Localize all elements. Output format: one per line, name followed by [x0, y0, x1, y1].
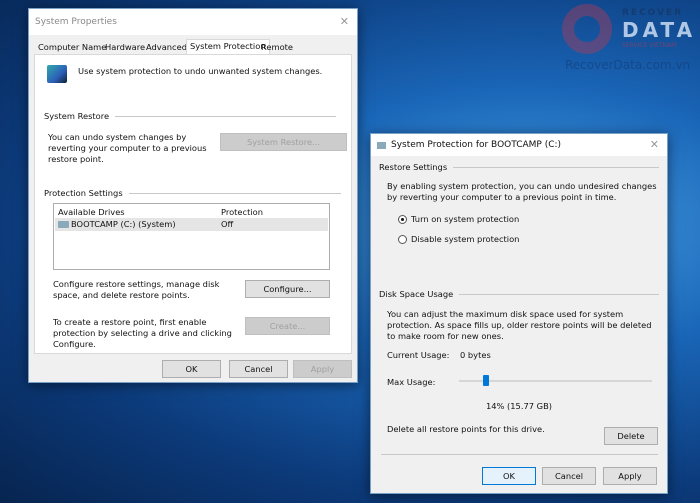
create-button[interactable]: Create... [245, 317, 330, 335]
configure-button[interactable]: Configure... [245, 280, 330, 298]
radio-off-label: Disable system protection [411, 234, 520, 244]
radio-off-indicator[interactable] [398, 235, 407, 244]
system-restore-text: You can undo system changes by reverting… [48, 132, 207, 164]
restore-settings-group: Restore Settings [379, 162, 659, 172]
radio-turn-on[interactable]: Turn on system protection [398, 214, 519, 224]
watermark-url: RecoverData.com.vn [565, 58, 691, 72]
restore-text: By enabling system protection, you can u… [387, 181, 657, 202]
watermark-brand-top: RECOVER [622, 8, 684, 18]
apply-button[interactable]: Apply [293, 360, 352, 378]
tab-computer-name[interactable]: Computer Name [35, 41, 109, 55]
watermark-brand-sub: SERVICE VIETNAM [622, 42, 677, 49]
column-protection[interactable]: Protection [221, 207, 263, 217]
title-bar: System Properties ✕ [29, 9, 357, 35]
ok-button[interactable]: OK [482, 467, 536, 485]
title-bar: System Protection for BOOTCAMP (C:) ✕ [371, 134, 667, 156]
separator [381, 454, 658, 455]
group-label: System Restore [44, 111, 110, 121]
create-text: To create a restore point, first enable … [53, 317, 232, 349]
radio-disable[interactable]: Disable system protection [398, 234, 519, 244]
max-usage-label: Max Usage: [387, 377, 436, 387]
disk-text: You can adjust the maximum disk space us… [387, 309, 652, 341]
drive-name: BOOTCAMP (C:) (System) [71, 219, 176, 229]
system-restore-group: System Restore [44, 111, 336, 121]
dialog-icon [377, 141, 386, 149]
group-label: Restore Settings [379, 162, 448, 172]
column-available-drives[interactable]: Available Drives [58, 207, 125, 217]
drives-list[interactable]: Available Drives Protection BOOTCAMP (C:… [53, 203, 330, 270]
radio-on-label: Turn on system protection [411, 214, 520, 224]
system-restore-button[interactable]: System Restore... [220, 133, 347, 151]
disk-space-group: Disk Space Usage [379, 289, 659, 299]
max-usage-value: 14% (15.77 GB) [485, 401, 553, 411]
group-label: Disk Space Usage [379, 289, 454, 299]
dialog-title: System Protection for BOOTCAMP (C:) [391, 140, 562, 150]
tab-remote[interactable]: Remote [258, 41, 296, 55]
slider-thumb[interactable] [483, 375, 490, 386]
current-usage-label: Current Usage: [387, 350, 450, 360]
tab-advanced[interactable]: Advanced [143, 41, 190, 55]
delete-text: Delete all restore points for this drive… [387, 424, 545, 434]
max-usage-slider[interactable] [459, 375, 652, 386]
close-icon[interactable]: ✕ [650, 138, 659, 151]
apply-button[interactable]: Apply [603, 467, 657, 485]
watermark-brand-main: DATA [622, 18, 697, 42]
tab-panel: Use system protection to undo unwanted s… [34, 54, 352, 354]
watermark-logo [562, 4, 612, 54]
system-properties-window: System Properties ✕ Computer Name Hardwar… [28, 8, 358, 383]
system-protection-dialog: System Protection for BOOTCAMP (C:) ✕ Res… [370, 133, 668, 494]
tab-hardware[interactable]: Hardware [102, 41, 148, 55]
drive-icon [58, 221, 69, 228]
group-label: Protection Settings [44, 188, 123, 198]
delete-button[interactable]: Delete [604, 427, 658, 445]
protection-settings-group: Protection Settings [44, 188, 341, 198]
intro-text: Use system protection to undo unwanted s… [78, 66, 323, 76]
configure-text: Configure restore settings, manage disk … [53, 279, 220, 300]
cancel-button[interactable]: Cancel [229, 360, 288, 378]
window-title: System Properties [35, 17, 117, 27]
cancel-button[interactable]: Cancel [542, 467, 596, 485]
drive-protection: Off [221, 219, 234, 229]
ok-button[interactable]: OK [162, 360, 221, 378]
radio-on-indicator[interactable] [398, 215, 407, 224]
current-usage-value: 0 bytes [460, 350, 491, 360]
drive-row[interactable]: BOOTCAMP (C:) (System) Off [55, 218, 328, 231]
system-protection-icon [47, 65, 67, 83]
close-icon[interactable]: ✕ [340, 15, 349, 28]
